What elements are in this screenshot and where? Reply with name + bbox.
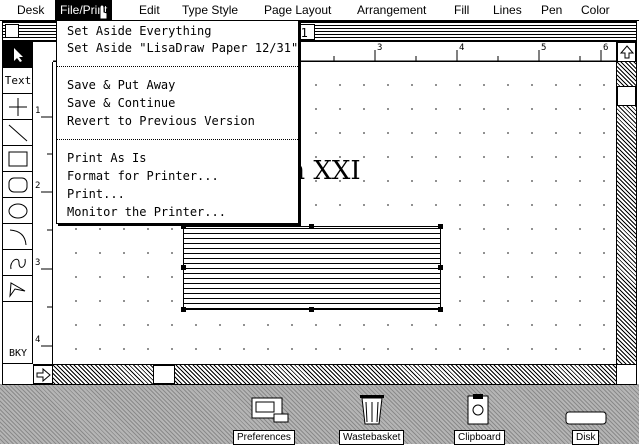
menu-desk[interactable]: Desk: [12, 0, 49, 20]
menu-separator: [57, 139, 298, 140]
vertical-scrollbar[interactable]: [616, 42, 636, 364]
rounded-rectangle-icon: [8, 177, 28, 192]
line-icon: [8, 124, 28, 141]
ruler-mark: 3: [377, 43, 383, 53]
hatched-rectangle[interactable]: [181, 224, 443, 312]
scroll-thumb[interactable]: [617, 86, 636, 106]
ruler-mark: 4: [459, 43, 465, 53]
menu-arrangement[interactable]: Arrangement: [352, 0, 431, 20]
menu-color[interactable]: Color: [576, 0, 615, 20]
freehand-icon: [10, 258, 26, 269]
dock-label-clipboard[interactable]: Clipboard: [454, 430, 505, 445]
cross-tool[interactable]: [3, 94, 33, 120]
line-tool[interactable]: [3, 120, 33, 146]
menu-item-revert[interactable]: Revert to Previous Version: [67, 113, 255, 129]
ruler-mark: 5: [541, 43, 547, 53]
horizontal-scrollbar[interactable]: [33, 364, 616, 384]
menu-pen[interactable]: Pen: [536, 0, 567, 20]
selection-handle[interactable]: [438, 307, 443, 312]
rectangle-icon: [8, 151, 28, 166]
freehand-tool[interactable]: [3, 250, 33, 276]
scroll-thumb[interactable]: [153, 365, 175, 384]
arc-icon: [9, 229, 27, 245]
rounded-rect-tool[interactable]: [3, 172, 33, 198]
size-box[interactable]: [616, 364, 636, 384]
polygon-tool[interactable]: [3, 276, 33, 302]
desktop-background: [0, 384, 639, 444]
rectangle-tool[interactable]: [3, 146, 33, 172]
ruler-mark: 6: [603, 43, 609, 53]
menu-item-save-continue[interactable]: Save & Continue: [67, 95, 175, 111]
text-tool-label: Text: [4, 74, 32, 87]
menu-fill[interactable]: Fill: [449, 0, 474, 20]
selection-handle[interactable]: [438, 265, 443, 270]
ruler-mark: 1: [35, 106, 41, 116]
palette-footer: BKY: [3, 302, 33, 364]
dock-label-wastebasket[interactable]: Wastebasket: [339, 430, 405, 445]
ruler-mark: 3: [35, 258, 41, 268]
selection-handle[interactable]: [181, 224, 186, 229]
ruler-mark: 2: [35, 181, 41, 191]
menu-item-save-put-away[interactable]: Save & Put Away: [67, 77, 175, 93]
menu-edit[interactable]: Edit: [134, 0, 165, 20]
selection-handle[interactable]: [181, 265, 186, 270]
disk-icon[interactable]: [564, 392, 608, 426]
dock-label-disk[interactable]: Disk: [572, 430, 600, 445]
menu-lines[interactable]: Lines: [488, 0, 527, 20]
menu-item-monitor-printer[interactable]: Monitor the Printer...: [67, 204, 226, 220]
arrow-right-icon: [36, 367, 51, 383]
selection-handle[interactable]: [181, 307, 186, 312]
polygon-icon: [9, 281, 26, 298]
oval-tool[interactable]: [3, 198, 33, 224]
menu-separator: [57, 66, 298, 67]
text-tool[interactable]: Text: [3, 68, 33, 94]
scroll-up-arrow[interactable]: [617, 42, 636, 62]
tool-palette: Text BKY: [3, 42, 33, 364]
menu-item-print-as-is[interactable]: Print As Is: [67, 150, 146, 166]
menu-type-style[interactable]: Type Style: [177, 0, 243, 20]
wastebasket-icon[interactable]: [350, 392, 394, 426]
menu-item-set-aside-document[interactable]: Set Aside "LisaDraw Paper 12/31": [67, 40, 298, 56]
scroll-right-arrow[interactable]: [33, 365, 53, 384]
menu-bar: Desk File/Print Edit Type Style Page Lay…: [0, 0, 639, 21]
menu-page-layout[interactable]: Page Layout: [259, 0, 336, 20]
selection-handle[interactable]: [309, 224, 314, 229]
oval-icon: [8, 203, 28, 218]
arrow-up-icon: [619, 45, 635, 59]
arc-tool[interactable]: [3, 224, 33, 250]
arrow-tool[interactable]: [3, 42, 33, 68]
arrow-icon: [14, 47, 23, 62]
dock-label-preferences[interactable]: Preferences: [233, 430, 295, 445]
bky-label: BKY: [8, 348, 28, 359]
clipboard-icon[interactable]: [456, 392, 500, 426]
ruler-mark: 4: [35, 335, 41, 345]
menu-item-format-for-printer[interactable]: Format for Printer...: [67, 168, 219, 184]
preferences-icon[interactable]: [248, 392, 292, 426]
close-box[interactable]: [5, 24, 19, 38]
crosshair-icon: [9, 97, 27, 116]
menu-item-set-aside-everything[interactable]: Set Aside Everything: [67, 23, 212, 39]
selection-handle[interactable]: [309, 307, 314, 312]
menu-item-print[interactable]: Print...: [67, 186, 125, 202]
selection-handle[interactable]: [438, 224, 443, 229]
file-print-menu: Set Aside Everything Set Aside "LisaDraw…: [56, 20, 299, 224]
pointer-hand-icon: [99, 4, 108, 20]
vertical-ruler: 1 2 3 4: [33, 62, 53, 364]
